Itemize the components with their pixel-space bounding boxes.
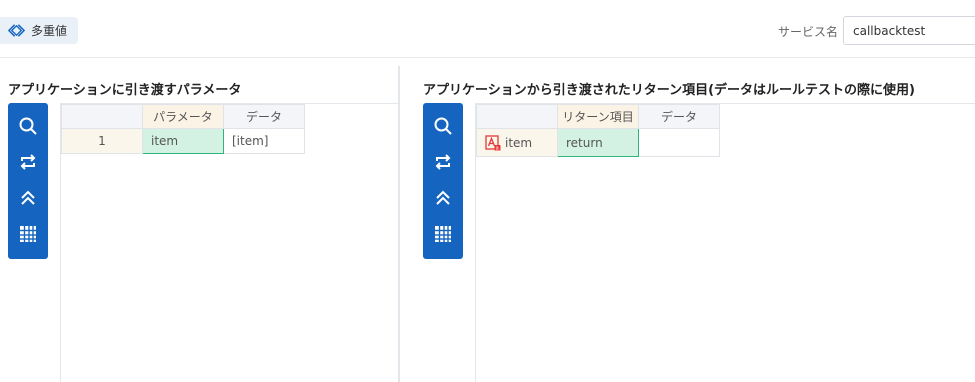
table-header-row: リターン項目 データ bbox=[476, 104, 720, 129]
multi-value-button[interactable]: 多重値 bbox=[0, 17, 78, 44]
row-index[interactable]: 1 bbox=[61, 128, 143, 154]
left-toolbar bbox=[8, 103, 48, 259]
collapse-up-icon bbox=[436, 190, 450, 205]
table-row: a item return bbox=[476, 128, 720, 157]
right-search-button[interactable] bbox=[428, 111, 458, 141]
table-header-row: パラメータ データ bbox=[61, 104, 305, 129]
service-name-label: サービス名 bbox=[778, 25, 839, 39]
left-swap-button[interactable] bbox=[13, 147, 43, 177]
swap-icon bbox=[20, 154, 36, 170]
left-panel-title: アプリケーションに引き渡すパラメータ bbox=[8, 83, 242, 98]
data-cell[interactable]: [item] bbox=[223, 128, 305, 154]
return-item-cell[interactable]: return bbox=[557, 128, 639, 157]
swap-icon bbox=[435, 154, 451, 170]
top-bar: 多重値 サービス名 bbox=[0, 0, 975, 58]
data-cell[interactable] bbox=[638, 128, 720, 157]
collapse-up-icon bbox=[21, 190, 35, 205]
parameter-cell[interactable]: item bbox=[142, 128, 224, 154]
row-header-label: item bbox=[505, 135, 533, 150]
grid-add-icon bbox=[435, 226, 451, 242]
text-variable-icon: a bbox=[485, 134, 501, 151]
column-header-parameter[interactable]: パラメータ bbox=[142, 104, 224, 129]
right-panel-title: アプリケーションから引き渡されたリターン項目(データはルールテストの際に使用) bbox=[423, 83, 915, 98]
corner-header bbox=[61, 104, 143, 129]
left-search-button[interactable] bbox=[13, 111, 43, 141]
left-grid: パラメータ データ 1 item [item] bbox=[60, 103, 398, 382]
corner-header bbox=[476, 104, 558, 129]
parameter-table: パラメータ データ 1 item [item] bbox=[61, 104, 305, 154]
table-row: 1 item [item] bbox=[61, 128, 305, 154]
column-header-data[interactable]: データ bbox=[638, 104, 720, 129]
return-item-table: リターン項目 データ a item return bbox=[476, 104, 720, 157]
left-grid-add-button[interactable] bbox=[13, 219, 43, 249]
search-icon bbox=[434, 117, 452, 135]
right-toolbar bbox=[423, 103, 463, 259]
search-icon bbox=[19, 117, 37, 135]
svg-text:a: a bbox=[496, 145, 499, 150]
panel-divider[interactable] bbox=[398, 66, 400, 382]
right-grid: リターン項目 データ a item return bbox=[475, 103, 975, 382]
right-collapse-button[interactable] bbox=[428, 183, 458, 213]
service-name-input[interactable] bbox=[843, 16, 975, 45]
column-header-data[interactable]: データ bbox=[223, 104, 305, 129]
row-header-item[interactable]: a item bbox=[476, 128, 558, 157]
left-collapse-button[interactable] bbox=[13, 183, 43, 213]
right-grid-add-button[interactable] bbox=[428, 219, 458, 249]
column-header-return-item[interactable]: リターン項目 bbox=[557, 104, 639, 129]
grid-add-icon bbox=[20, 226, 36, 242]
right-swap-button[interactable] bbox=[428, 147, 458, 177]
diamond-code-icon bbox=[8, 24, 25, 37]
multi-value-label: 多重値 bbox=[31, 24, 68, 38]
